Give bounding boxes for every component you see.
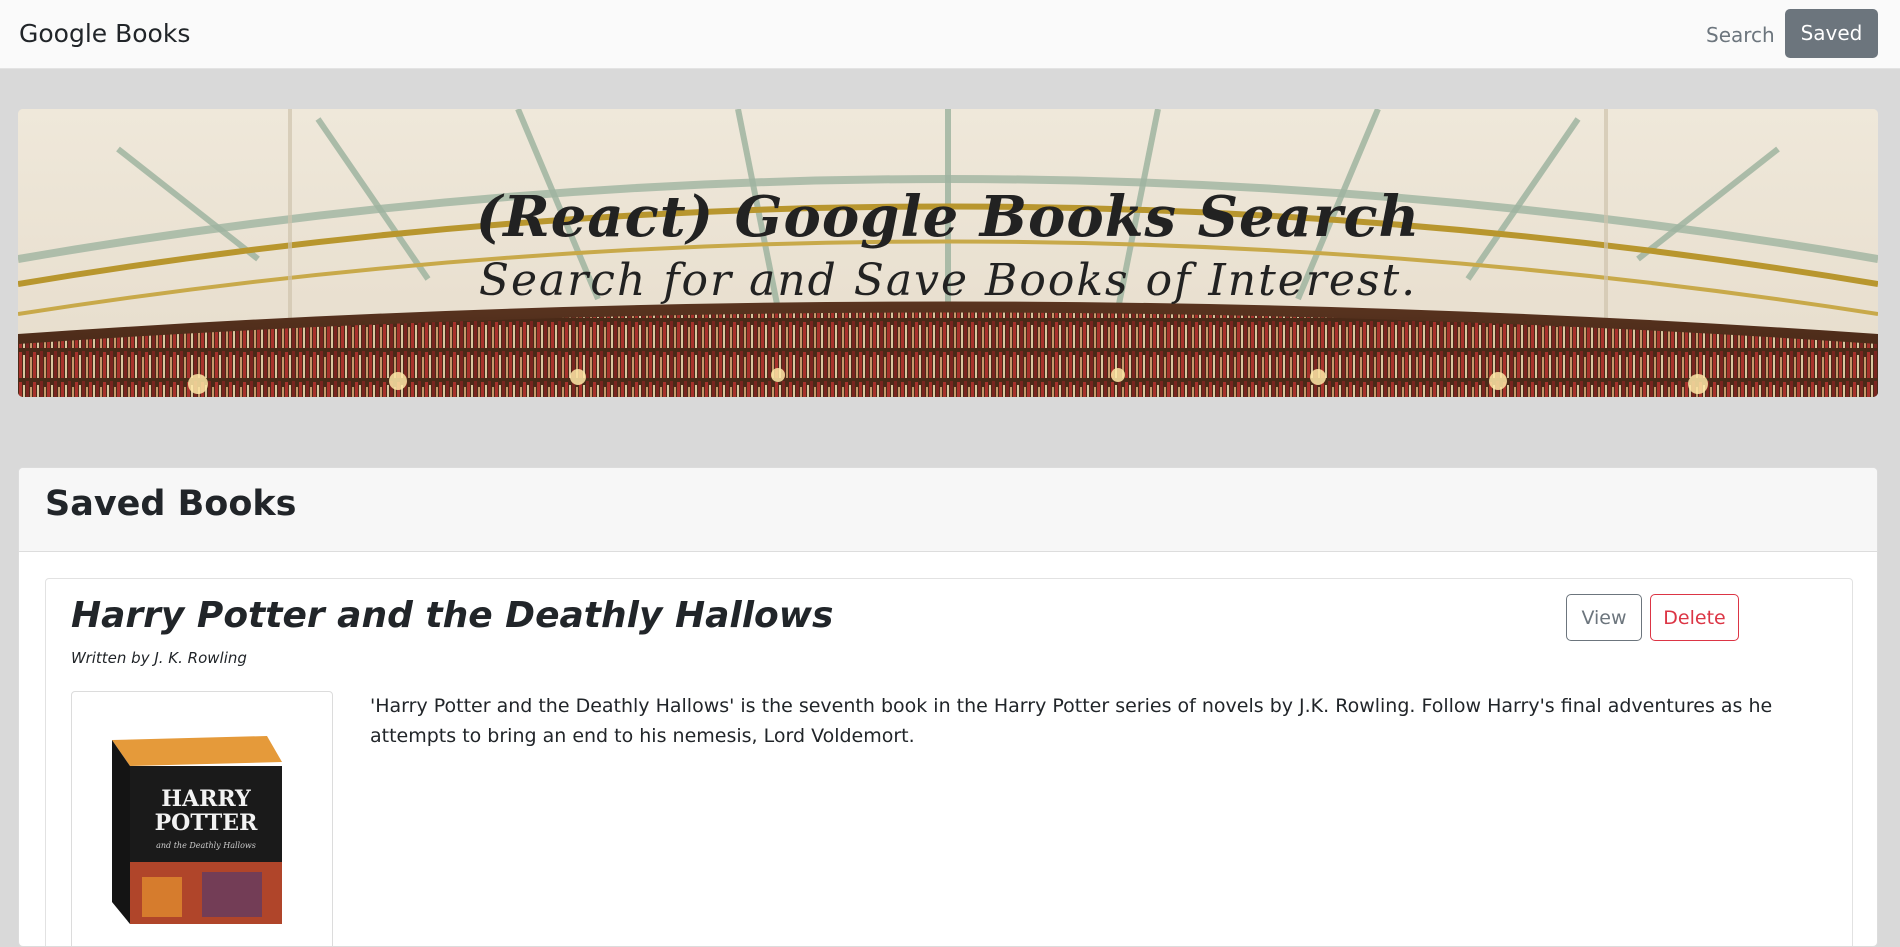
- cover-text-line1: HARRY: [161, 786, 251, 812]
- hero-subtitle: Search for and Save Books of Interest.: [478, 255, 1418, 306]
- book-cover-image: HARRY POTTER and the Deathly Hallows: [112, 736, 282, 924]
- book-list-item: Harry Potter and the Deathly Hallows Wri…: [45, 578, 1853, 946]
- brand-link[interactable]: Google Books: [19, 19, 190, 48]
- book-author: Written by J. K. Rowling: [71, 649, 247, 667]
- book-description: 'Harry Potter and the Deathly Hallows' i…: [370, 695, 1773, 747]
- card-header: Saved Books: [19, 468, 1877, 552]
- hero-title: (React) Google Books Search: [475, 184, 1421, 250]
- nav-search-link[interactable]: Search: [1706, 23, 1775, 47]
- library-dome-image: [18, 109, 1878, 397]
- book-thumbnail: HARRY POTTER and the Deathly Hallows: [71, 691, 333, 946]
- saved-books-heading: Saved Books: [45, 484, 297, 524]
- view-button[interactable]: View: [1566, 594, 1642, 641]
- cover-text-line2: POTTER: [155, 810, 258, 836]
- book-title: Harry Potter and the Deathly Hallows: [71, 595, 834, 636]
- hero-banner: (React) Google Books Search Search for a…: [18, 109, 1878, 397]
- saved-books-card: Saved Books Harry Potter and the Deathly…: [18, 467, 1878, 947]
- nav-saved-button[interactable]: Saved: [1785, 9, 1878, 58]
- cover-text-line3: and the Deathly Hallows: [156, 841, 256, 850]
- delete-button[interactable]: Delete: [1650, 594, 1739, 641]
- navbar: Google Books Search Saved: [0, 0, 1900, 69]
